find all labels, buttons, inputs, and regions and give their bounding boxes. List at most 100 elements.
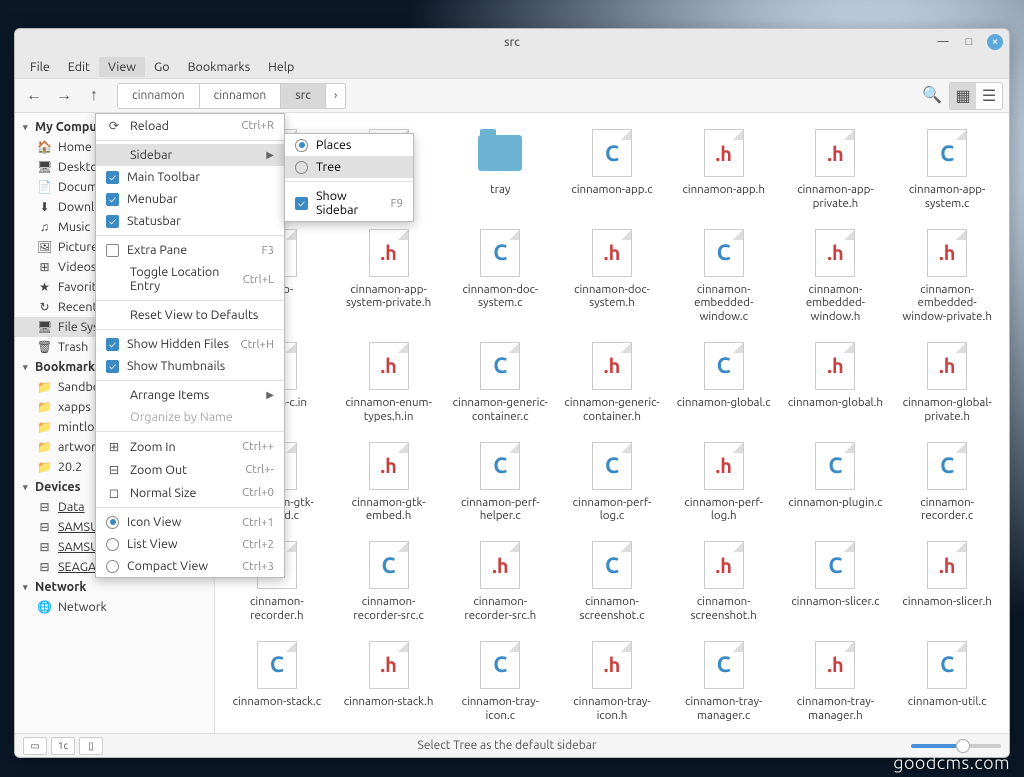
menu-list-view[interactable]: List ViewCtrl+2 <box>96 533 284 555</box>
breadcrumb[interactable]: cinnamon <box>199 83 282 109</box>
file-label: cinnamon-tray-manager.c <box>674 695 774 723</box>
file-item[interactable]: Ccinnamon-screenshot.c <box>558 535 666 627</box>
view-menu-dropdown: ⟳ReloadCtrl+R Sidebar▶ ✓Main Toolbar ✓Me… <box>95 113 285 578</box>
file-item[interactable]: Ccinnamon-generic-container.c <box>446 336 554 428</box>
file-item[interactable]: .hcinnamon-gtk-embed.h <box>335 436 443 528</box>
file-item[interactable]: .hcinnamon-embedded-window-private.h <box>893 223 1001 328</box>
icon-view-button[interactable]: ▦ <box>950 83 976 109</box>
checkbox-icon: ✓ <box>106 171 119 184</box>
menu-file[interactable]: File <box>21 57 59 77</box>
menu-edit[interactable]: Edit <box>59 57 99 77</box>
menu-arrange-items[interactable]: Arrange Items▶ <box>96 384 284 406</box>
zoom-slider[interactable] <box>911 744 1001 748</box>
file-label: cinnamon-enum-types.h.in <box>339 396 439 424</box>
pane-toggle[interactable]: ▯ <box>79 737 103 755</box>
file-item[interactable]: Ccinnamon-tray-manager.c <box>670 635 778 727</box>
file-item[interactable]: Ccinnamon-global.c <box>670 336 778 428</box>
file-item[interactable]: Ccinnamon-app-system.c <box>893 123 1001 215</box>
checkbox-icon: ✓ <box>106 215 119 228</box>
file-item[interactable]: Ccinnamon-app.c <box>558 123 666 215</box>
file-label: cinnamon-app-private.h <box>785 183 885 211</box>
minimize-button[interactable]: — <box>935 34 951 50</box>
menu-show-thumbnails[interactable]: ✓Show Thumbnails <box>96 355 284 377</box>
breadcrumb[interactable]: cinnamon <box>117 83 200 109</box>
file-item[interactable]: .hcinnamon-generic-container.h <box>558 336 666 428</box>
file-item[interactable]: Ccinnamon-tray-icon.c <box>446 635 554 727</box>
file-item[interactable]: .hcinnamon-stack.h <box>335 635 443 727</box>
file-item[interactable]: Ccinnamon-doc-system.c <box>446 223 554 328</box>
sidebar-section-head[interactable]: ▾Network <box>15 577 214 597</box>
file-item[interactable]: Ccinnamon-plugin.c <box>782 436 890 528</box>
file-item[interactable]: .hcinnamon-app-system-private.h <box>335 223 443 328</box>
file-item[interactable]: Ccinnamon-recorder-src.c <box>335 535 443 627</box>
menu-zoom-out[interactable]: ⊟Zoom OutCtrl+- <box>96 458 284 481</box>
file-item[interactable]: .hcinnamon-global.h <box>782 336 890 428</box>
file-label: cinnamon-generic-container.c <box>450 396 550 424</box>
maximize-button[interactable]: □ <box>961 34 977 50</box>
menu-go[interactable]: Go <box>145 57 179 77</box>
menu-normal-size[interactable]: ◻Normal SizeCtrl+0 <box>96 481 284 504</box>
breadcrumb-overflow[interactable]: › <box>325 83 346 109</box>
menu-compact-view[interactable]: Compact ViewCtrl+3 <box>96 555 284 577</box>
folder-item[interactable]: tray <box>446 123 554 215</box>
forward-button[interactable]: → <box>51 83 77 109</box>
file-item[interactable]: .hcinnamon-embedded-window.h <box>782 223 890 328</box>
file-item[interactable]: .hcinnamon-app-private.h <box>782 123 890 215</box>
file-item[interactable]: Ccinnamon-perf-helper.c <box>446 436 554 528</box>
file-item[interactable]: .hcinnamon-global-private.h <box>893 336 1001 428</box>
file-label: cinnamon-global-private.h <box>897 396 997 424</box>
file-item[interactable]: Ccinnamon-embedded-window.c <box>670 223 778 328</box>
menu-show-hidden[interactable]: ✓Show Hidden FilesCtrl+H <box>96 333 284 355</box>
menu-statusbar[interactable]: ✓Statusbar <box>96 210 284 232</box>
checkbox-icon: ✓ <box>295 197 308 210</box>
back-button[interactable]: ← <box>21 83 47 109</box>
file-item[interactable]: .hcinnamon-app.h <box>670 123 778 215</box>
places-toggle[interactable]: ▭ <box>23 737 47 755</box>
zoom-thumb[interactable] <box>956 739 970 753</box>
tree-toggle[interactable]: 1c <box>51 737 75 755</box>
file-item[interactable]: .hcinnamon-screenshot.h <box>670 535 778 627</box>
menu-toggle-location[interactable]: Toggle Location EntryCtrl+L <box>96 261 284 297</box>
h-file-icon: .h <box>927 541 967 589</box>
file-item[interactable]: .hcinnamon-slicer.h <box>893 535 1001 627</box>
submenu-places[interactable]: Places <box>285 134 413 156</box>
view-switcher: ▦ ☰ <box>949 82 1003 110</box>
search-icon[interactable]: 🔍 <box>919 82 945 108</box>
file-item[interactable]: Ccinnamon-stack.c <box>223 635 331 727</box>
menu-extra-pane[interactable]: Extra PaneF3 <box>96 239 284 261</box>
breadcrumb[interactable]: src <box>280 83 326 109</box>
menu-main-toolbar[interactable]: ✓Main Toolbar <box>96 166 284 188</box>
menu-zoom-in[interactable]: ⊞Zoom InCtrl++ <box>96 435 284 458</box>
submenu-tree[interactable]: Tree <box>285 156 413 178</box>
list-view-button[interactable]: ☰ <box>976 83 1002 109</box>
menu-sidebar[interactable]: Sidebar▶ <box>96 144 284 166</box>
file-item[interactable]: .hcinnamon-doc-system.h <box>558 223 666 328</box>
up-button[interactable]: ↑ <box>81 83 107 109</box>
file-label: cinnamon-app-system.c <box>897 183 997 211</box>
file-item[interactable]: .hcinnamon-tray-icon.h <box>558 635 666 727</box>
file-item[interactable]: .h cinnamon-perf-log.h <box>670 436 778 528</box>
menu-bookmarks[interactable]: Bookmarks <box>179 57 260 77</box>
h-file-icon: .h <box>704 442 744 490</box>
sidebar-item[interactable]: 🌐Network <box>15 597 214 617</box>
menu-reset-view[interactable]: Reset View to Defaults <box>96 304 284 326</box>
file-label: cinnamon-perf-log.h <box>674 496 774 524</box>
file-item[interactable]: .hcinnamon-recorder-src.h <box>446 535 554 627</box>
file-label: cinnamon-recorder-src.h <box>450 595 550 623</box>
menu-reload[interactable]: ⟳ReloadCtrl+R <box>96 114 284 137</box>
file-item[interactable]: Ccinnamon-slicer.c <box>782 535 890 627</box>
close-button[interactable]: × <box>987 34 1003 50</box>
file-item[interactable]: Ccinnamon-perf-log.c <box>558 436 666 528</box>
menu-view[interactable]: View <box>99 57 145 77</box>
h-file-icon: .h <box>592 342 632 390</box>
c-file-icon: C <box>815 541 855 589</box>
menu-help[interactable]: Help <box>259 57 303 77</box>
submenu-show-sidebar[interactable]: ✓Show SidebarF9 <box>285 185 413 221</box>
file-item[interactable]: .hcinnamon-tray-manager.h <box>782 635 890 727</box>
file-label: cinnamon-embedded-window-private.h <box>897 283 997 324</box>
menu-icon-view[interactable]: Icon ViewCtrl+1 <box>96 511 284 533</box>
menu-menubar[interactable]: ✓Menubar <box>96 188 284 210</box>
file-item[interactable]: Ccinnamon-util.c <box>893 635 1001 727</box>
file-item[interactable]: Ccinnamon-recorder.c <box>893 436 1001 528</box>
file-item[interactable]: .hcinnamon-enum-types.h.in <box>335 336 443 428</box>
